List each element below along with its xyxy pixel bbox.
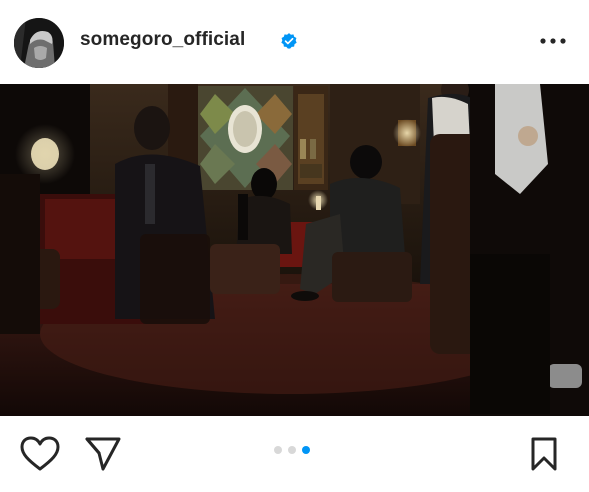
more-options-icon[interactable] <box>537 33 569 49</box>
carousel-dot <box>288 446 296 454</box>
carousel-dot <box>274 446 282 454</box>
verified-badge-icon <box>281 33 297 49</box>
avatar[interactable] <box>14 18 64 68</box>
post-photo <box>0 84 589 416</box>
bookmark-icon[interactable] <box>530 436 558 472</box>
heart-icon[interactable] <box>20 436 60 472</box>
paper-plane-icon[interactable] <box>84 436 122 472</box>
carousel-dot <box>302 446 310 454</box>
username[interactable]: somegoro_official <box>80 29 245 51</box>
avatar-image <box>14 18 64 68</box>
post-media[interactable] <box>0 84 589 416</box>
carousel-indicator <box>272 446 318 456</box>
post-header: somegoro_official <box>0 0 589 84</box>
